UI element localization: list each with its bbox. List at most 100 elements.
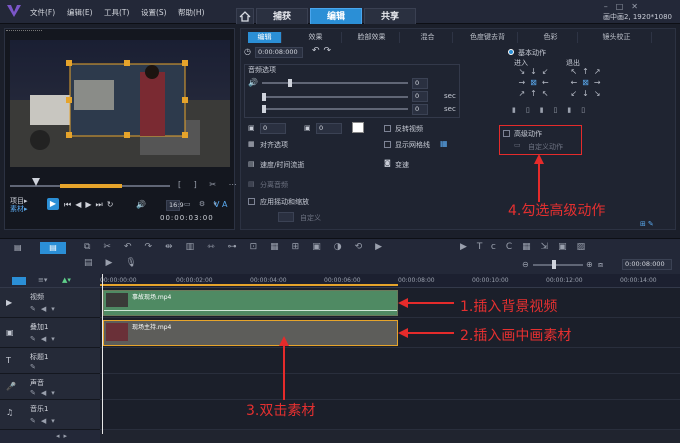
mark-buttons[interactable]: [ ] ✂ ⋯ (178, 180, 242, 189)
fade-out-value[interactable]: 0 (412, 104, 428, 115)
mode-project[interactable]: 项目▸ (10, 197, 28, 205)
track-controls[interactable]: ✎◀▾ (30, 389, 60, 397)
fade-out-slider[interactable] (262, 108, 408, 110)
menu-tools[interactable]: 工具(T) (104, 7, 129, 18)
shadow-icon: ▣ (304, 124, 311, 132)
add-track-icon[interactable]: ▲▾ (62, 276, 71, 284)
pan-zoom-preset[interactable] (278, 212, 294, 222)
track-manager-button[interactable] (12, 277, 26, 285)
subtab-lens[interactable]: 镜头校正 (582, 32, 652, 43)
track-controls[interactable]: ✎◀▾ (30, 417, 60, 425)
subtab-effects[interactable]: 效果 (290, 32, 342, 43)
transport-controls[interactable]: ⏮◀▶⏭↻ (64, 200, 117, 210)
track-body-voice[interactable] (100, 374, 680, 400)
fade-in-value[interactable]: 0 (412, 91, 428, 102)
timeline-hscroll[interactable] (100, 430, 680, 443)
video-clip[interactable]: 事故现场.mp4 (103, 290, 398, 316)
track-controls[interactable]: ✎ (30, 363, 36, 371)
subtab-color[interactable]: 色彩 (524, 32, 578, 43)
subtab-edit[interactable]: 编辑 (248, 32, 282, 43)
motion-style-icons[interactable]: ▮▯▮▯▮▯ (512, 106, 595, 114)
border-width-field[interactable]: 0 (260, 123, 286, 134)
subtab-chroma[interactable]: 色度键去背 (458, 32, 518, 43)
timeline-ruler[interactable]: 00:00:00:00 00:00:02:00 00:00:04:00 00:0… (100, 274, 680, 288)
track-scroll-controls[interactable]: ◂▸ (0, 430, 100, 443)
aspect-ratio[interactable]: 16:9 (166, 200, 184, 211)
track-body-title[interactable] (100, 348, 680, 374)
track-name-video: 视频 (30, 293, 44, 301)
trim-range[interactable] (60, 184, 122, 188)
toolbar-row2-icons[interactable]: ▤▶🎙 (84, 258, 150, 268)
basic-motion-radio[interactable] (508, 49, 514, 55)
track-body-music[interactable] (100, 400, 680, 430)
home-icon (239, 11, 251, 22)
pan-zoom-custom[interactable]: 自定义 (300, 213, 321, 223)
mode-clip[interactable]: 素材▸ (10, 205, 28, 213)
scroll-arrows[interactable]: ◂▸ (56, 432, 71, 440)
tab-capture[interactable]: 捕获 (256, 8, 308, 24)
zoom-knob[interactable] (552, 260, 556, 269)
variable-speed-option[interactable]: 变速 (395, 160, 409, 170)
zoom-slider[interactable] (533, 264, 583, 266)
track-controls[interactable]: ✎◀▾ (30, 335, 60, 343)
panel-grip[interactable] (6, 30, 42, 32)
track-header-video[interactable]: ▶ 视频 ✎◀▾ (0, 288, 100, 318)
play-button[interactable]: ▶ (47, 198, 59, 210)
speed-time-option[interactable]: 速度/时间流逝 (260, 160, 304, 170)
volume-knob[interactable] (288, 79, 292, 87)
align-options[interactable]: 对齐选项 (260, 140, 288, 150)
volume-icon[interactable]: 🔊 (136, 200, 146, 209)
fade-out-knob[interactable] (262, 105, 266, 113)
subtab-blend[interactable]: 混合 (403, 32, 453, 43)
all-tracks-icon[interactable]: ≡▾ (38, 276, 47, 284)
home-tab[interactable] (236, 8, 254, 24)
pan-zoom-checkbox[interactable] (248, 198, 255, 205)
flip-video-checkbox[interactable] (384, 125, 391, 132)
track-header-title[interactable]: T 标题1 ✎ (0, 348, 100, 374)
arrow-left-annotation-1 (398, 298, 454, 308)
fade-in-knob[interactable] (262, 93, 266, 101)
grid-settings-icon[interactable]: ▦ (440, 139, 448, 148)
rotate-icons[interactable]: ↶↷ (312, 46, 335, 56)
duration-field[interactable]: 0:00:08:000 (255, 47, 303, 58)
subtab-face[interactable]: 脸部效果 (344, 32, 400, 43)
volume-slider[interactable] (262, 82, 408, 84)
panel-corner-icons[interactable]: ⊞✎ (640, 220, 656, 228)
menu-help[interactable]: 帮助(H) (178, 7, 205, 18)
overlay-track-icon: ▣ (6, 328, 14, 337)
zoom-in-icon[interactable]: ⊕ (586, 260, 593, 269)
menu-file[interactable]: 文件(F) (30, 7, 55, 18)
volume-value[interactable]: 0 (412, 78, 428, 89)
window-controls[interactable]: –□✕ (604, 2, 646, 11)
ruler-tick: 00:00:14:00 (620, 277, 657, 284)
preview-timecode[interactable]: 00:00:03:00 (160, 214, 214, 222)
menu-settings[interactable]: 设置(S) (141, 7, 167, 18)
enter-direction-grid[interactable]: ↘↓↙ →⊠← ↗↑↖ (512, 66, 560, 102)
tab-share[interactable]: 共享 (364, 8, 416, 24)
timeline-timecode[interactable]: 0:00:08:000 (622, 259, 672, 270)
track-header-overlay[interactable]: ▣ 叠加1 ✎◀▾ (0, 318, 100, 348)
preview-screen[interactable] (10, 40, 230, 167)
play-mode-switch[interactable]: 项目▸ 素材▸ (10, 197, 28, 213)
border-color-swatch[interactable] (352, 122, 364, 133)
exit-direction-grid[interactable]: ↖↑↗ ←⊠→ ↙↓↘ (564, 66, 612, 102)
menu-edit[interactable]: 编辑(E) (67, 7, 93, 18)
timeline-view-button[interactable]: ▤ (40, 242, 66, 254)
toolbar-icons[interactable]: ⧉✂↶↷⇹▥⇿⊶⊡▦⊞▣◑⟲▶ (84, 242, 395, 252)
shadow-field[interactable]: 0 (316, 123, 342, 134)
storyboard-view-icon[interactable]: ▤ (14, 243, 22, 252)
audio-level-line (104, 310, 397, 311)
tab-edit[interactable]: 编辑 (310, 8, 362, 24)
track-header-voice[interactable]: 🎤 声音 ✎◀▾ (0, 374, 100, 400)
gridlines-checkbox[interactable] (384, 141, 391, 148)
fade-in-slider[interactable] (262, 96, 408, 98)
toolbar-icons-right[interactable]: ▶TcC▦⇲▣▨ (460, 242, 595, 252)
zoom-out-icon[interactable]: ⊖ (522, 260, 529, 269)
fit-project-icon[interactable]: ⧈ (598, 260, 603, 270)
track-name-title: 标题1 (30, 353, 49, 361)
overlay-clip[interactable]: 现场主持.mp4 (103, 320, 398, 346)
split-audio-option[interactable]: 分离音频 (260, 180, 288, 190)
v-icon[interactable]: V A (214, 200, 228, 209)
track-controls[interactable]: ✎◀▾ (30, 305, 60, 313)
track-header-music[interactable]: ♫ 音乐1 ✎◀▾ (0, 400, 100, 430)
